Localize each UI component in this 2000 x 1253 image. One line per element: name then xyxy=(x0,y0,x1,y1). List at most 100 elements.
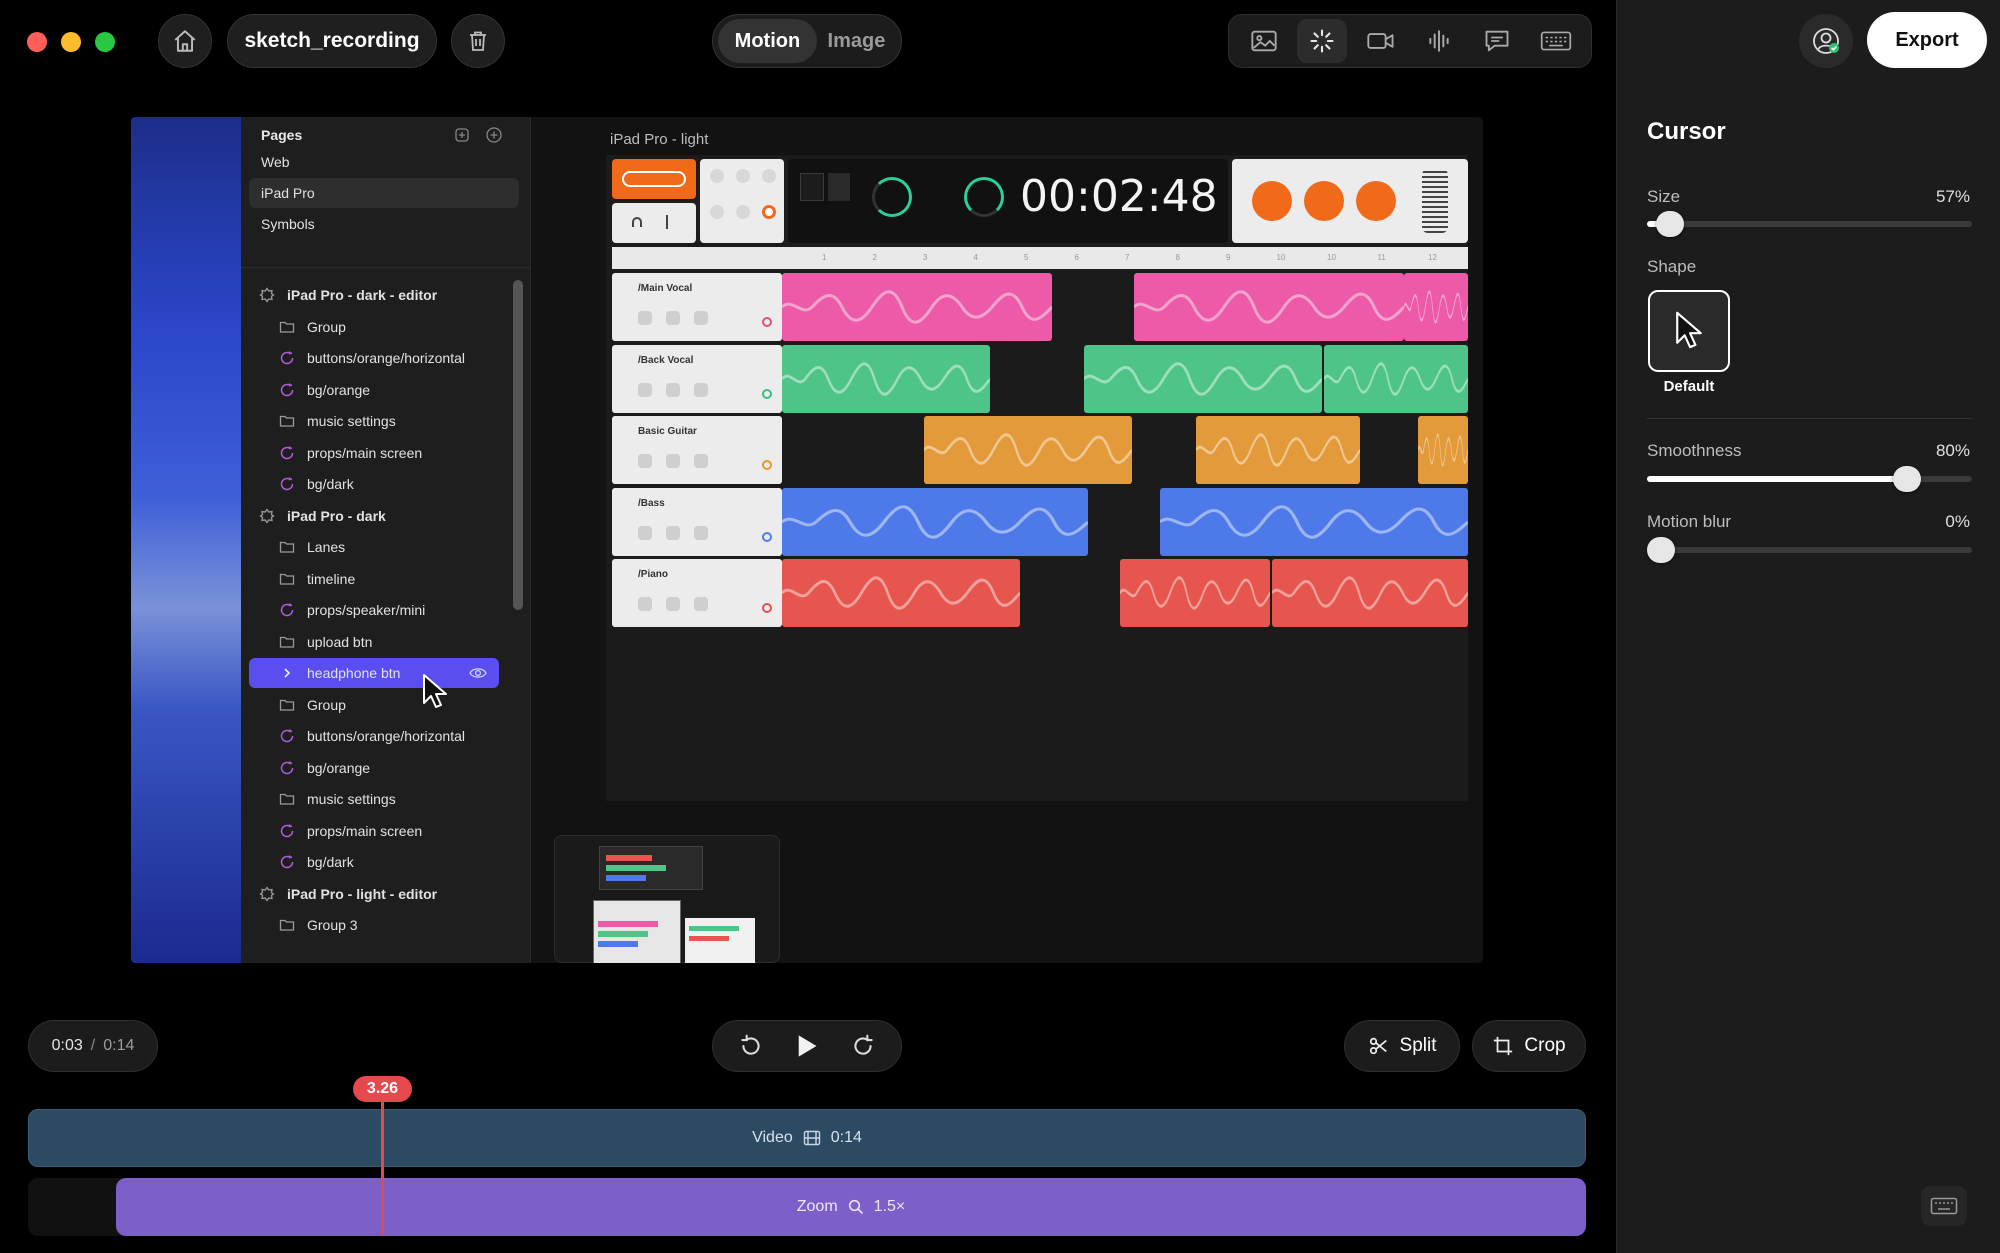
audio-clip[interactable] xyxy=(782,559,1020,627)
audio-clip[interactable] xyxy=(1134,273,1404,341)
layer-row[interactable]: iPad Pro - dark - editor xyxy=(249,280,499,310)
layers-scrollbar[interactable] xyxy=(513,280,523,610)
layer-row[interactable]: bg/dark xyxy=(249,469,499,499)
record-arm-indicator[interactable] xyxy=(762,388,772,399)
track-control-button[interactable] xyxy=(694,525,708,540)
layer-row[interactable]: buttons/orange/horizontal xyxy=(249,721,499,751)
size-slider[interactable] xyxy=(1647,211,1972,237)
layer-row[interactable]: music settings xyxy=(249,406,499,436)
cursor-tool-button[interactable] xyxy=(1297,19,1348,63)
layer-row[interactable]: Group 3 xyxy=(249,910,499,940)
close-window-button[interactable] xyxy=(27,32,47,52)
page-item-ipad-pro[interactable]: iPad Pro xyxy=(249,178,519,208)
layer-row[interactable]: props/speaker/mini xyxy=(249,595,499,625)
layer-row[interactable]: upload btn xyxy=(249,627,499,657)
track-control-button[interactable] xyxy=(666,597,680,611)
track-control-button[interactable] xyxy=(638,525,652,540)
layer-row[interactable]: props/main screen xyxy=(249,816,499,846)
minimap-navigator[interactable] xyxy=(554,835,780,963)
layer-row[interactable]: bg/orange xyxy=(249,753,499,783)
record-arm-indicator[interactable] xyxy=(762,603,772,613)
audio-tool-button[interactable] xyxy=(1414,19,1464,63)
page-item-web[interactable]: Web xyxy=(249,147,519,177)
mode-motion-tab[interactable]: Motion xyxy=(718,19,817,63)
track-control-button[interactable] xyxy=(666,454,680,468)
layer-row[interactable]: buttons/orange/horizontal xyxy=(249,343,499,373)
record-arm-indicator[interactable] xyxy=(762,531,772,542)
track-control-button[interactable] xyxy=(638,454,652,468)
track-control-button[interactable] xyxy=(694,597,708,611)
rewind-button[interactable] xyxy=(729,1024,773,1068)
track-control-button[interactable] xyxy=(666,525,680,540)
layer-row[interactable]: Group xyxy=(249,312,499,342)
layer-row-selected[interactable]: headphone btn xyxy=(249,658,499,688)
track-header[interactable]: Basic Guitar xyxy=(612,416,782,484)
audio-clip[interactable] xyxy=(1120,559,1270,627)
pages-collapse-icon[interactable] xyxy=(453,126,471,144)
track-control-button[interactable] xyxy=(694,311,708,325)
smoothness-slider-thumb[interactable] xyxy=(1893,466,1921,492)
audio-clip[interactable] xyxy=(782,273,1052,341)
playhead-time-label[interactable]: 3.26 xyxy=(353,1076,412,1102)
add-page-icon[interactable] xyxy=(485,126,503,144)
audio-clip[interactable] xyxy=(782,344,990,413)
keyboard-tool-button[interactable] xyxy=(1531,19,1581,63)
track-control-button[interactable] xyxy=(638,597,652,611)
shortcuts-button[interactable] xyxy=(1921,1186,1967,1226)
audio-clip[interactable] xyxy=(782,487,1088,556)
camera-tool-button[interactable] xyxy=(1356,19,1406,63)
video-track[interactable]: Video 0:14 xyxy=(28,1109,1586,1167)
zoom-segment[interactable]: Zoom 1.5× xyxy=(116,1178,1586,1236)
smoothness-slider[interactable] xyxy=(1647,466,1972,492)
audio-clip[interactable] xyxy=(924,416,1132,484)
audio-clip[interactable] xyxy=(1196,416,1360,484)
audio-clip[interactable] xyxy=(1272,559,1468,627)
page-item-symbols[interactable]: Symbols xyxy=(249,209,519,239)
track-control-button[interactable] xyxy=(694,454,708,468)
record-arm-indicator[interactable] xyxy=(762,460,772,470)
track-control-button[interactable] xyxy=(694,382,708,397)
layer-row[interactable]: music settings xyxy=(249,784,499,814)
play-button[interactable] xyxy=(785,1024,829,1068)
audio-clip[interactable] xyxy=(1404,273,1468,341)
motion-blur-slider[interactable] xyxy=(1647,537,1972,563)
background-tool-button[interactable] xyxy=(1239,19,1289,63)
layer-row[interactable]: bg/dark xyxy=(249,847,499,877)
layer-row[interactable]: iPad Pro - light - editor xyxy=(249,879,499,909)
forward-button[interactable] xyxy=(841,1024,885,1068)
chevron-right-icon[interactable] xyxy=(279,665,295,681)
track-header[interactable]: /Main Vocal xyxy=(612,273,782,341)
split-button[interactable]: Split xyxy=(1344,1020,1460,1072)
track-control-button[interactable] xyxy=(666,382,680,397)
layer-row[interactable]: timeline xyxy=(249,564,499,594)
layer-row[interactable]: Group xyxy=(249,690,499,720)
audio-clip[interactable] xyxy=(1418,416,1468,484)
layer-row[interactable]: bg/orange xyxy=(249,375,499,405)
maximize-window-button[interactable] xyxy=(95,32,115,52)
home-button[interactable] xyxy=(158,14,212,68)
audio-clip[interactable] xyxy=(1084,344,1322,413)
crop-button[interactable]: Crop xyxy=(1472,1020,1586,1072)
audio-clip[interactable] xyxy=(1324,344,1468,413)
visibility-eye-icon[interactable] xyxy=(469,666,487,680)
motion-blur-slider-thumb[interactable] xyxy=(1647,537,1675,563)
mode-image-tab[interactable]: Image xyxy=(817,19,896,63)
minimize-window-button[interactable] xyxy=(61,32,81,52)
playhead[interactable] xyxy=(381,1098,384,1235)
size-slider-thumb[interactable] xyxy=(1656,211,1684,237)
track-header[interactable]: /Bass xyxy=(612,487,782,556)
layer-row[interactable]: props/main screen xyxy=(249,438,499,468)
project-name[interactable]: sketch_recording xyxy=(227,14,437,68)
cursor-shape-default[interactable] xyxy=(1648,290,1730,372)
track-control-button[interactable] xyxy=(638,311,652,325)
track-header[interactable]: /Piano xyxy=(612,559,782,627)
account-button[interactable] xyxy=(1799,14,1853,68)
track-header[interactable]: /Back Vocal xyxy=(612,344,782,413)
track-control-button[interactable] xyxy=(666,311,680,325)
captions-tool-button[interactable] xyxy=(1472,19,1522,63)
export-button[interactable]: Export xyxy=(1867,12,1987,68)
track-control-button[interactable] xyxy=(638,382,652,397)
layer-row[interactable]: iPad Pro - dark xyxy=(249,501,499,531)
delete-button[interactable] xyxy=(451,14,505,68)
preview-canvas[interactable]: Pages Web iPad Pro Symbols iPad Pro - da… xyxy=(131,117,1483,963)
